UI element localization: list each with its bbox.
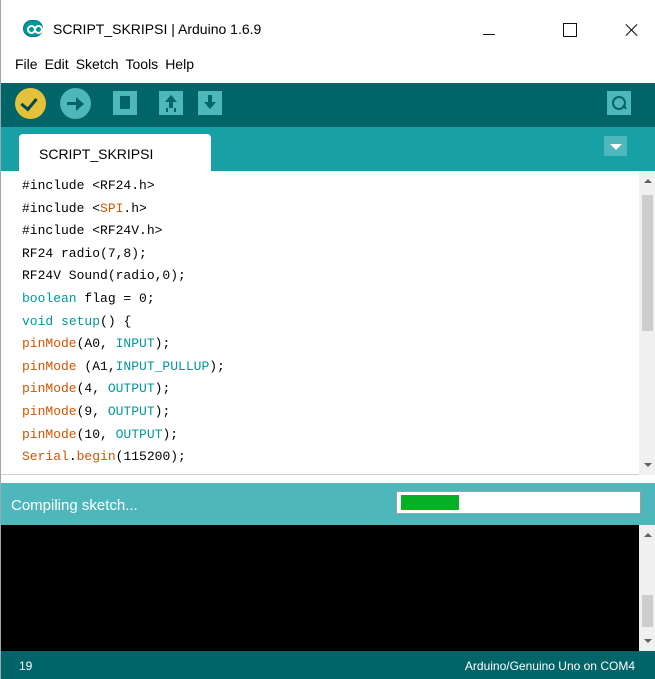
code-token: ); <box>162 426 179 442</box>
code-token: #include <RF24.h> <box>22 178 155 193</box>
save-icon[interactable] <box>198 91 222 115</box>
line-number: 19 <box>19 659 33 673</box>
verify-icon[interactable] <box>15 88 46 119</box>
code-token: (A1, <box>76 358 116 374</box>
code-token: void <box>22 313 54 329</box>
code-editor[interactable]: #include <RF24.h> #include <SPI.h> #includ… <box>1 171 655 475</box>
code-token: pinMode <box>22 381 77 397</box>
new-icon[interactable] <box>113 91 137 115</box>
code-token: pinMode <box>22 403 77 419</box>
code-token: .h> <box>123 200 147 216</box>
arduino-logo-icon <box>23 20 43 37</box>
code-line[interactable]: boolean flag = 0; <box>22 288 225 311</box>
code-token: boolean <box>22 290 77 306</box>
code-token: #include < <box>22 200 101 216</box>
scroll-down-icon[interactable] <box>644 463 652 467</box>
code-token: . <box>68 449 77 465</box>
progress-fill <box>401 495 460 510</box>
code-token: OUTPUT <box>115 426 163 442</box>
menu-help[interactable]: Help <box>165 56 194 72</box>
code-token: INPUT <box>115 336 155 352</box>
code-token: INPUT_PULLUP <box>115 358 210 374</box>
toolbar <box>1 83 655 127</box>
code-line[interactable]: Serial.begin(115200); <box>22 446 225 469</box>
code-line[interactable]: pinMode(10, OUTPUT); <box>22 424 225 447</box>
status-bar: Compiling sketch... <box>1 483 655 525</box>
code-token: () { <box>100 313 132 329</box>
code-line[interactable]: pinMode(A0, INPUT); <box>22 333 225 356</box>
scroll-up-icon[interactable] <box>644 179 652 183</box>
code-line[interactable]: RF24V Sound(radio,0); <box>22 265 225 288</box>
status-message: Compiling sketch... <box>11 497 138 514</box>
code-token: (10, <box>76 426 116 442</box>
code-text[interactable]: #include <RF24.h> #include <SPI.h> #includ… <box>22 175 225 469</box>
tab-script-skripsi[interactable]: SCRIPT_SKRIPSI <box>19 134 211 171</box>
compile-progress-bar <box>396 491 641 514</box>
console-scroll-up-icon[interactable] <box>644 533 652 537</box>
code-token: pinMode <box>22 358 77 374</box>
arduino-ide-window: SCRIPT_SKRIPSI | Arduino 1.6.9 File Edit… <box>0 0 655 679</box>
code-token: #include <RF24V.h> <box>22 223 163 239</box>
menu-tools[interactable]: Tools <box>126 56 159 72</box>
code-line[interactable]: pinMode (A1,INPUT_PULLUP); <box>22 356 225 379</box>
menu-edit[interactable]: Edit <box>45 56 69 72</box>
code-token: OUTPUT <box>107 403 155 419</box>
code-token: ); <box>154 336 171 352</box>
code-line[interactable]: #include <SPI.h> <box>22 198 225 221</box>
code-token: (115200); <box>115 449 186 465</box>
tab-menu-dropdown-icon[interactable] <box>604 136 627 156</box>
tab-label: SCRIPT_SKRIPSI <box>39 146 154 162</box>
code-line[interactable]: #include <RF24.h> <box>22 175 225 198</box>
board-port-info: Arduino/Genuino Uno on COM4 <box>464 659 635 673</box>
code-token: ); <box>154 403 171 419</box>
code-line[interactable]: void setup() { <box>22 311 225 334</box>
menu-bar: File Edit Sketch Tools Help <box>1 52 655 76</box>
code-token: ); <box>154 381 171 397</box>
code-token: ); <box>209 358 225 374</box>
code-token: RF24V Sound(radio,0); <box>22 268 186 284</box>
tab-strip: SCRIPT_SKRIPSI <box>1 127 655 171</box>
console-scrollbar-thumb[interactable] <box>642 595 653 627</box>
code-token: pinMode <box>22 336 77 352</box>
footer-bar: 19 Arduino/Genuino Uno on COM4 <box>1 651 655 679</box>
console-output[interactable] <box>1 525 655 651</box>
code-token: OUTPUT <box>107 381 155 397</box>
code-line[interactable]: pinMode(9, OUTPUT); <box>22 401 225 424</box>
console-scrollbar[interactable] <box>639 525 655 651</box>
code-token: (A0, <box>76 336 116 352</box>
code-token: begin <box>76 449 116 465</box>
serial-monitor-icon[interactable] <box>607 91 631 115</box>
code-token: RF24 radio(7,8); <box>22 245 147 261</box>
menu-sketch[interactable]: Sketch <box>76 56 119 72</box>
code-token: (9, <box>76 403 108 419</box>
code-token: setup <box>61 313 101 329</box>
open-icon[interactable] <box>159 91 183 115</box>
window-title: SCRIPT_SKRIPSI | Arduino 1.6.9 <box>53 21 262 37</box>
code-token: pinMode <box>22 426 77 442</box>
code-line[interactable]: #include <RF24V.h> <box>22 220 225 243</box>
upload-icon[interactable] <box>60 88 91 119</box>
menu-file[interactable]: File <box>15 56 38 72</box>
scrollbar-thumb[interactable] <box>642 195 653 331</box>
minimize-button[interactable] <box>466 10 512 48</box>
close-button[interactable] <box>609 10 655 48</box>
maximize-button[interactable] <box>546 10 592 48</box>
console-scroll-down-icon[interactable] <box>644 639 652 643</box>
title-bar: SCRIPT_SKRIPSI | Arduino 1.6.9 <box>1 10 655 48</box>
code-line[interactable]: pinMode(4, OUTPUT); <box>22 378 225 401</box>
code-token: flag = 0; <box>76 290 155 306</box>
code-token: SPI <box>100 200 124 216</box>
code-token: Serial <box>22 449 69 465</box>
code-token: (4, <box>76 381 108 397</box>
code-line[interactable]: RF24 radio(7,8); <box>22 243 225 266</box>
editor-scrollbar[interactable] <box>639 171 655 475</box>
